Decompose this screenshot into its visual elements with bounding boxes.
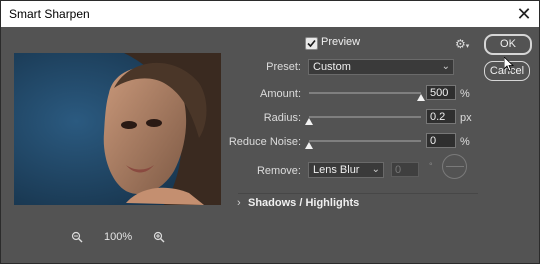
ok-button[interactable]: OK [484,34,532,55]
amount-unit: % [460,88,470,100]
reduce-noise-label: Reduce Noise: [228,136,301,148]
chevron-down-icon: ⌄ [371,164,380,175]
angle-dial[interactable] [442,154,467,179]
reduce-noise-slider-handle[interactable] [305,142,313,149]
preview-image[interactable] [14,53,221,205]
shadows-highlights-toggle[interactable]: Shadows / Highlights [248,197,359,209]
angle-unit: ° [429,161,433,171]
preset-value: Custom [313,61,351,73]
reduce-noise-slider[interactable] [309,140,421,142]
smart-sharpen-dialog: Smart Sharpen ✕ 100% Preview ⚙▾ Preset: … [0,0,540,264]
reduce-noise-input[interactable]: 0 [426,133,456,148]
radius-slider-handle[interactable] [305,118,313,125]
radius-unit: px [460,112,472,124]
preview-label: Preview [321,36,361,48]
remove-select[interactable]: Lens Blur ⌄ [308,162,384,178]
remove-value: Lens Blur [313,164,360,176]
chevron-right-icon[interactable]: › [237,197,241,209]
amount-input[interactable]: 500 [426,85,456,100]
zoom-in-icon[interactable] [153,231,167,247]
section-divider [238,193,478,194]
close-icon[interactable]: ✕ [513,3,535,25]
amount-slider[interactable] [309,92,421,94]
dialog-title: Smart Sharpen [9,7,90,21]
radius-input[interactable]: 0.2 [426,109,456,124]
chevron-down-icon: ⌄ [441,61,450,72]
zoom-out-icon[interactable] [71,231,85,247]
remove-label: Remove: [256,165,301,177]
preview-checkbox[interactable] [305,37,318,50]
angle-dial-indicator [446,166,464,167]
radius-label: Radius: [263,112,301,124]
preset-select[interactable]: Custom ⌄ [308,59,454,75]
preset-label: Preset: [266,61,301,73]
amount-slider-handle[interactable] [417,94,425,101]
zoom-level: 100% [104,231,133,243]
radius-slider[interactable] [309,116,421,118]
reduce-noise-unit: % [460,136,470,148]
amount-label: Amount: [260,88,301,100]
gear-icon[interactable]: ⚙▾ [455,38,469,50]
angle-input[interactable]: 0 [391,162,419,177]
mouse-cursor-icon [503,56,515,77]
title-bar: Smart Sharpen ✕ [1,1,539,27]
